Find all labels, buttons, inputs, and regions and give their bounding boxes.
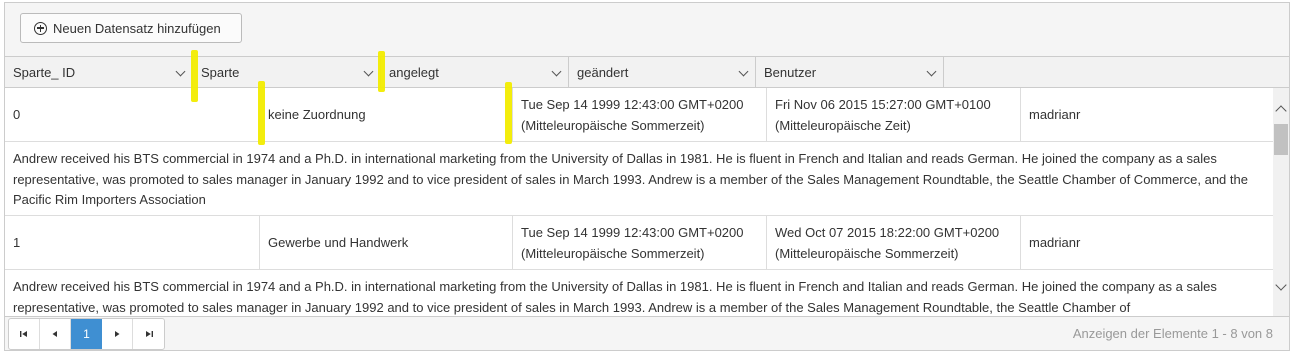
- cell-angelegt-line2: (Mitteleuropäische Sommerzeit): [521, 245, 705, 261]
- cell-benutzer: madrianr: [1029, 107, 1081, 122]
- cell-angelegt: Tue Sep 14 1999 12:43:00 GMT+0200 (Mitte…: [513, 88, 767, 141]
- cell-angelegt-line1: Tue Sep 14 1999 12:43:00 GMT+0200: [521, 96, 744, 112]
- pager: 1 Anzeigen der Elemente 1 - 8 von 8: [5, 316, 1289, 350]
- highlight-mark: [258, 81, 265, 145]
- cell-sparte-id: 0: [5, 88, 260, 141]
- cell-sparte: Gewerbe und Handwerk: [260, 216, 513, 269]
- add-record-button[interactable]: Neuen Datensatz hinzufügen: [20, 13, 242, 43]
- grid-body: 0 keine Zuordnung Tue Sep 14 1999 12:43:…: [5, 88, 1273, 316]
- chevron-down-icon[interactable]: [738, 66, 749, 77]
- scroll-down-icon[interactable]: [1275, 279, 1287, 291]
- column-header-label: geändert: [577, 64, 629, 80]
- next-page-button[interactable]: [102, 319, 133, 349]
- cell-geaendert-line1: Wed Oct 07 2015 18:22:00 GMT+0200: [775, 224, 1000, 240]
- column-header-label: Sparte_ ID: [13, 64, 76, 80]
- first-page-icon: [20, 331, 27, 337]
- highlight-mark: [378, 51, 385, 92]
- pager-buttons: 1: [8, 318, 165, 350]
- cell-sparte: keine Zuordnung: [260, 88, 513, 141]
- table-row[interactable]: 1 Gewerbe und Handwerk Tue Sep 14 1999 1…: [5, 216, 1273, 270]
- first-page-button[interactable]: [9, 319, 40, 349]
- cell-sparte-id: 1: [5, 216, 260, 269]
- cell-geaendert: Fri Nov 06 2015 15:27:00 GMT+0100 (Mitte…: [767, 88, 1021, 141]
- pager-info: Anzeigen der Elemente 1 - 8 von 8: [1072, 326, 1273, 341]
- column-header-sparte-id[interactable]: Sparte_ ID: [5, 57, 193, 87]
- plus-circle-icon: [34, 21, 47, 35]
- highlight-mark: [505, 82, 512, 144]
- highlight-mark: [191, 50, 198, 102]
- row-detail: Andrew received his BTS commercial in 19…: [5, 142, 1273, 216]
- last-page-icon: [145, 331, 153, 337]
- cell-geaendert-line2: (Mitteleuropäische Zeit): [775, 117, 911, 133]
- chevron-down-icon[interactable]: [926, 66, 937, 77]
- previous-page-button[interactable]: [40, 319, 71, 349]
- cell-angelegt-line2: (Mitteleuropäische Sommerzeit): [521, 117, 705, 133]
- column-header-angelegt[interactable]: angelegt: [381, 57, 569, 87]
- next-page-icon: [115, 331, 120, 337]
- column-header-label: Benutzer: [764, 64, 817, 80]
- chevron-down-icon[interactable]: [363, 66, 374, 77]
- column-header-sparte[interactable]: Sparte: [193, 57, 381, 87]
- column-header-label: Sparte: [201, 64, 240, 80]
- grid-toolbar: Neuen Datensatz hinzufügen: [5, 3, 1289, 55]
- column-header-benutzer[interactable]: Benutzer: [756, 57, 944, 87]
- row-detail: Andrew received his BTS commercial in 19…: [5, 270, 1273, 316]
- cell-benutzer: madrianr: [1029, 235, 1081, 250]
- page-button-current[interactable]: 1: [71, 319, 102, 349]
- column-header-geaendert[interactable]: geändert: [569, 57, 756, 87]
- chevron-down-icon[interactable]: [551, 66, 562, 77]
- previous-page-icon: [52, 331, 57, 337]
- cell-angelegt-line1: Tue Sep 14 1999 12:43:00 GMT+0200: [521, 224, 744, 240]
- cell-geaendert: Wed Oct 07 2015 18:22:00 GMT+0200 (Mitte…: [767, 216, 1021, 269]
- scrollbar-thumb[interactable]: [1274, 124, 1288, 155]
- vertical-scrollbar[interactable]: [1273, 88, 1289, 316]
- cell-geaendert-line2: (Mitteleuropäische Sommerzeit): [775, 245, 959, 261]
- chevron-down-icon[interactable]: [175, 66, 186, 77]
- add-record-label: Neuen Datensatz hinzufügen: [53, 20, 221, 36]
- cell-angelegt: Tue Sep 14 1999 12:43:00 GMT+0200 (Mitte…: [513, 216, 767, 269]
- column-header-label: angelegt: [389, 64, 439, 80]
- cell-geaendert-line1: Fri Nov 06 2015 15:27:00 GMT+0100: [775, 96, 991, 112]
- scroll-up-icon[interactable]: [1275, 105, 1287, 117]
- last-page-button[interactable]: [133, 319, 164, 349]
